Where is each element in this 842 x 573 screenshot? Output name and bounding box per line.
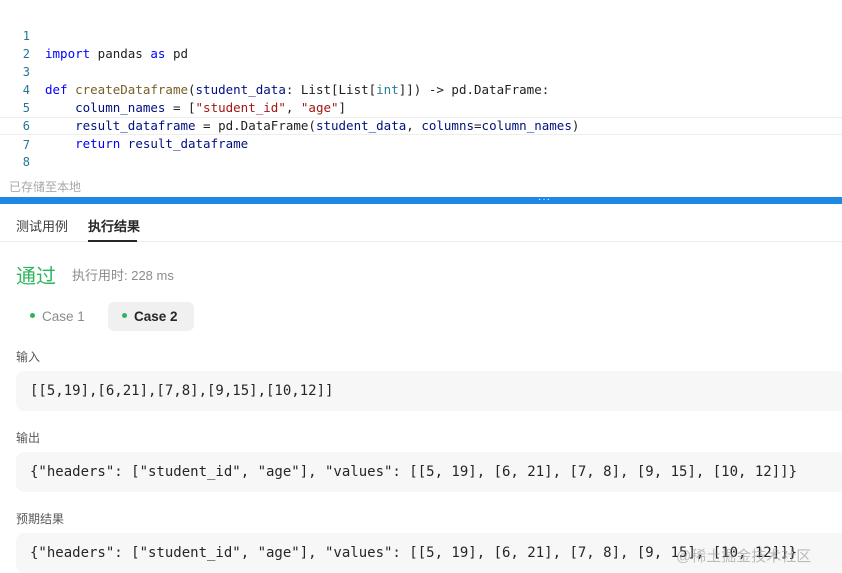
code-line[interactable]: 8 [0, 135, 842, 169]
code-line-current[interactable]: 7 [0, 117, 842, 152]
expected-label: 预期结果 [16, 512, 65, 526]
result-tabs: 测试用例 执行结果 [0, 204, 842, 242]
panel-resize-handle[interactable]: ··· [0, 194, 842, 205]
save-status: 已存储至本地 [9, 180, 82, 194]
case-tab-2[interactable]: Case 2 [108, 302, 194, 331]
case-label: Case 2 [134, 309, 178, 324]
pass-dot-icon [122, 312, 127, 318]
tab-test-cases[interactable]: 测试用例 [16, 216, 68, 235]
output-value: {"headers": ["student_id", "age"], "valu… [16, 452, 842, 492]
code-line[interactable]: 4 column_names = ["student_id", "age"] [0, 63, 842, 115]
code-editor[interactable]: 1 import pandas as pd 2 3 def createData… [0, 0, 842, 176]
input-value: [[5,19],[6,21],[7,8],[9,15],[10,12]] [16, 371, 842, 411]
code-line[interactable]: 5 result_dataframe = pd.DataFrame(studen… [0, 81, 842, 133]
runtime-info: 执行用时: 228 ms [72, 268, 174, 283]
code-line[interactable]: 3 def createDataframe(student_data: List… [0, 45, 842, 97]
watermark: @稀土掘金技术社区 [676, 548, 812, 565]
output-label: 输出 [16, 431, 41, 445]
code-line[interactable]: 2 [0, 27, 842, 61]
code-line[interactable]: 6 return result_dataframe [0, 99, 842, 151]
line-number: 8 [22, 155, 30, 169]
tab-results[interactable]: 执行结果 [88, 216, 140, 235]
case-tab-1[interactable]: Case 1 [16, 302, 101, 331]
result-status: 通过 [16, 266, 56, 288]
input-label: 输入 [16, 350, 41, 364]
active-tab-indicator [88, 240, 137, 242]
code-line[interactable]: 1 import pandas as pd [0, 9, 842, 61]
case-label: Case 1 [42, 309, 85, 324]
pass-dot-icon [30, 312, 35, 318]
